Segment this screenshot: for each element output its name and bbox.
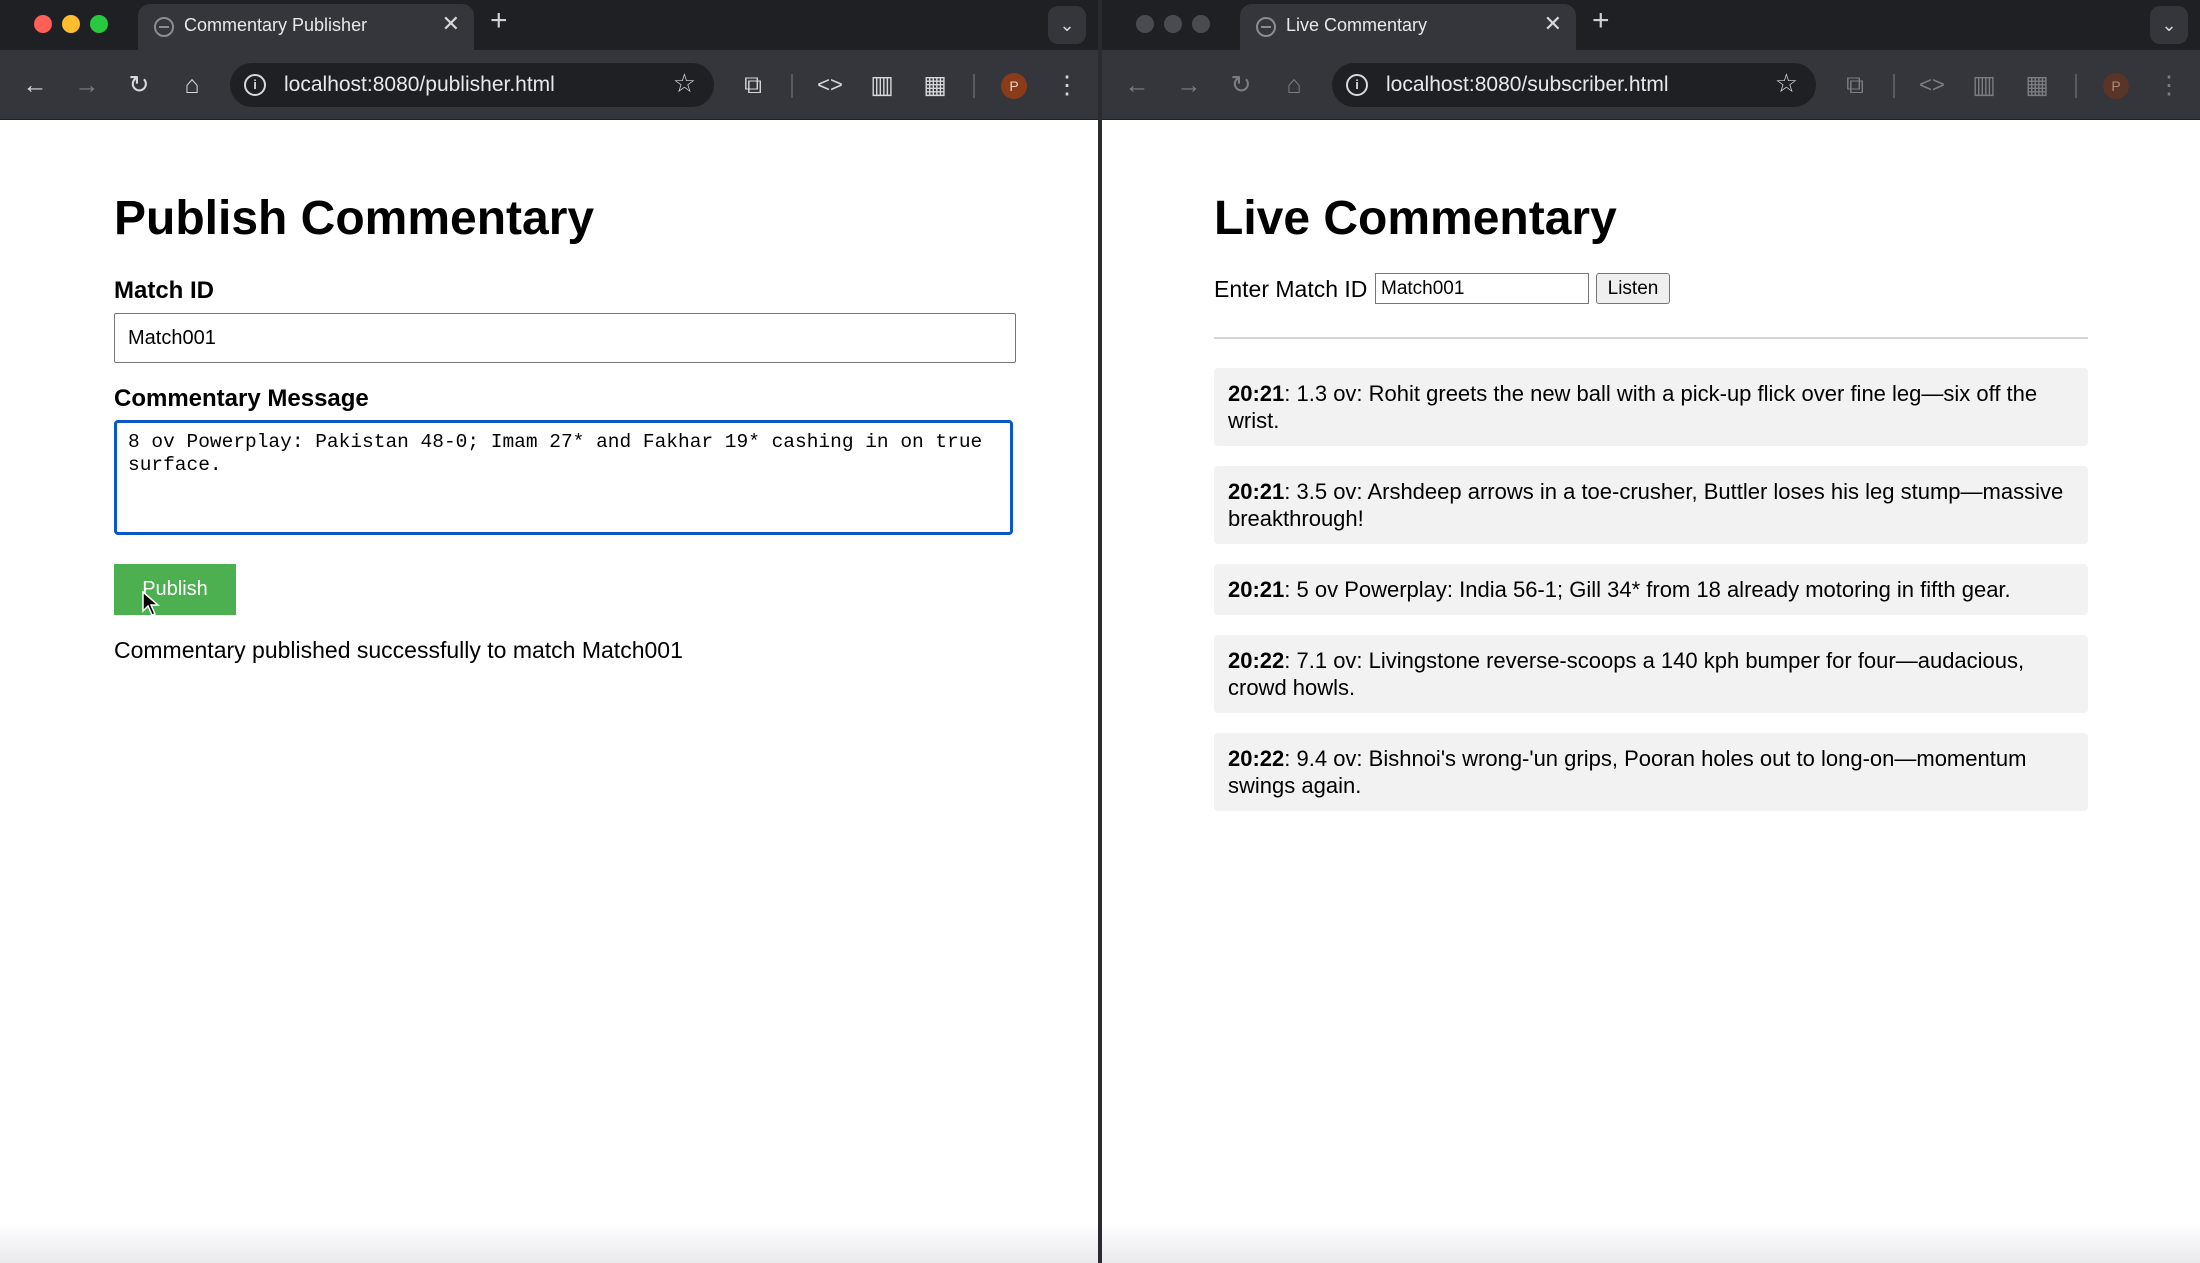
bookmark-star-icon[interactable]: ☆ xyxy=(673,68,696,99)
qr-code-icon[interactable]: ▦ xyxy=(919,70,951,100)
match-id-input[interactable] xyxy=(1375,273,1589,304)
profile-avatar[interactable]: P xyxy=(1001,73,1027,99)
feed-timestamp: 20:21 xyxy=(1228,577,1285,602)
back-arrow-icon[interactable]: ← xyxy=(19,70,51,100)
side-panel-icon[interactable]: ▥ xyxy=(1968,70,2000,100)
qr-code-icon[interactable]: ▦ xyxy=(2021,70,2053,100)
publisher-page: Publish Commentary Match ID Commentary M… xyxy=(0,121,1098,1263)
feed-text: : 3.5 ov: Arshdeep arrows in a toe-crush… xyxy=(1228,479,2064,531)
feed-timestamp: 20:21 xyxy=(1228,479,1285,504)
site-info-icon[interactable]: i xyxy=(244,74,266,96)
feed-text: : 5 ov Powerplay: India 56-1; Gill 34* f… xyxy=(1284,577,2011,602)
new-tab-button[interactable]: + xyxy=(1592,6,1610,36)
window-bottom-shadow xyxy=(1102,1223,2200,1263)
close-tab-icon[interactable]: ✕ xyxy=(442,13,460,35)
commentary-feed-item: 20:21: 3.5 ov: Arshdeep arrows in a toe-… xyxy=(1214,466,2088,544)
minimize-window-button[interactable] xyxy=(1164,15,1182,33)
forward-arrow-icon[interactable]: → xyxy=(71,70,103,100)
devtools-code-icon[interactable]: <> xyxy=(814,70,846,100)
reload-icon[interactable]: ↻ xyxy=(1225,70,1257,100)
browser-toolbar: ← → ↻ ⌂ i localhost:8080/publisher.html … xyxy=(0,50,1098,120)
url-text[interactable]: localhost:8080/publisher.html xyxy=(284,73,555,97)
feed-text: : 1.3 ov: Rohit greets the new ball with… xyxy=(1228,381,2038,433)
page-title: Publish Commentary xyxy=(114,192,595,245)
publish-button[interactable]: Publish xyxy=(114,564,236,615)
extensions-puzzle-icon[interactable]: ⧉ xyxy=(737,70,769,100)
tab-strip: Commentary Publisher ✕ + ⌄ xyxy=(0,0,1098,50)
message-label: Commentary Message xyxy=(114,385,369,412)
window-bottom-shadow xyxy=(0,1223,1098,1263)
devtools-code-icon[interactable]: <> xyxy=(1916,70,1948,100)
publish-status-message: Commentary published successfully to mat… xyxy=(114,637,683,663)
close-window-button[interactable] xyxy=(1136,15,1154,33)
feed-text: : 9.4 ov: Bishnoi's wrong-'un grips, Poo… xyxy=(1228,746,2027,798)
address-bar[interactable]: i localhost:8080/publisher.html ☆ xyxy=(230,63,714,107)
tab-title: Live Commentary xyxy=(1286,15,1428,35)
tab-commentary-publisher[interactable]: Commentary Publisher ✕ xyxy=(138,4,474,50)
home-icon[interactable]: ⌂ xyxy=(176,70,208,100)
side-panel-icon[interactable]: ▥ xyxy=(866,70,898,100)
back-arrow-icon[interactable]: ← xyxy=(1121,70,1153,100)
new-tab-button[interactable]: + xyxy=(490,6,508,36)
extensions-puzzle-icon[interactable]: ⧉ xyxy=(1839,70,1871,100)
toolbar-separator xyxy=(791,74,793,98)
commentary-feed-item: 20:21: 5 ov Powerplay: India 56-1; Gill … xyxy=(1214,564,2088,615)
toolbar-separator xyxy=(1893,74,1895,98)
tab-strip: Live Commentary ✕ + ⌄ xyxy=(1102,0,2200,50)
tab-live-commentary[interactable]: Live Commentary ✕ xyxy=(1240,4,1576,50)
tab-title: Commentary Publisher xyxy=(184,15,368,35)
commentary-message-textarea[interactable]: 8 ov Powerplay: Pakistan 48-0; Imam 27* … xyxy=(114,420,1013,535)
bookmark-star-icon[interactable]: ☆ xyxy=(1775,68,1798,99)
listen-button[interactable]: Listen xyxy=(1596,273,1670,304)
mouse-pointer-icon xyxy=(142,591,160,616)
publisher-browser-window: Commentary Publisher ✕ + ⌄ ← → ↻ ⌂ i loc… xyxy=(0,0,1098,1263)
subscriber-browser-window: Live Commentary ✕ + ⌄ ← → ↻ ⌂ i localhos… xyxy=(1102,0,2200,1263)
profile-avatar[interactable]: P xyxy=(2103,73,2129,99)
reload-icon[interactable]: ↻ xyxy=(123,70,155,100)
enter-match-id-label: Enter Match ID xyxy=(1214,276,1368,302)
minimize-window-button[interactable] xyxy=(62,15,80,33)
toolbar-separator xyxy=(973,74,975,98)
feed-timestamp: 20:22 xyxy=(1228,648,1285,673)
browser-toolbar: ← → ↻ ⌂ i localhost:8080/subscriber.html… xyxy=(1102,50,2200,120)
divider-line xyxy=(1214,337,2088,339)
commentary-feed-item: 20:21: 1.3 ov: Rohit greets the new ball… xyxy=(1214,368,2088,446)
feed-timestamp: 20:21 xyxy=(1228,381,1285,406)
globe-icon xyxy=(1256,17,1276,37)
zoom-window-button[interactable] xyxy=(90,15,108,33)
match-id-input[interactable] xyxy=(114,313,1016,363)
commentary-feed-item: 20:22: 7.1 ov: Livingstone reverse-scoop… xyxy=(1214,635,2088,713)
page-title: Live Commentary xyxy=(1214,192,1617,245)
close-window-button[interactable] xyxy=(34,15,52,33)
kebab-menu-icon[interactable]: ⋮ xyxy=(2153,70,2185,100)
close-tab-icon[interactable]: ✕ xyxy=(1544,13,1562,35)
site-info-icon[interactable]: i xyxy=(1346,74,1368,96)
globe-icon xyxy=(154,17,174,37)
address-bar[interactable]: i localhost:8080/subscriber.html ☆ xyxy=(1332,63,1816,107)
tab-search-chevron-icon[interactable]: ⌄ xyxy=(2150,6,2188,44)
kebab-menu-icon[interactable]: ⋮ xyxy=(1051,70,1083,100)
forward-arrow-icon[interactable]: → xyxy=(1173,70,1205,100)
subscriber-page: Live Commentary Enter Match ID Listen 20… xyxy=(1102,121,2200,1263)
commentary-feed-item: 20:22: 9.4 ov: Bishnoi's wrong-'un grips… xyxy=(1214,733,2088,811)
feed-text: : 7.1 ov: Livingstone reverse-scoops a 1… xyxy=(1228,648,2025,700)
feed-timestamp: 20:22 xyxy=(1228,746,1285,771)
url-text[interactable]: localhost:8080/subscriber.html xyxy=(1386,73,1669,97)
home-icon[interactable]: ⌂ xyxy=(1278,70,1310,100)
toolbar-separator xyxy=(2075,74,2077,98)
tab-search-chevron-icon[interactable]: ⌄ xyxy=(1048,6,1086,44)
match-id-label: Match ID xyxy=(114,277,215,304)
zoom-window-button[interactable] xyxy=(1192,15,1210,33)
